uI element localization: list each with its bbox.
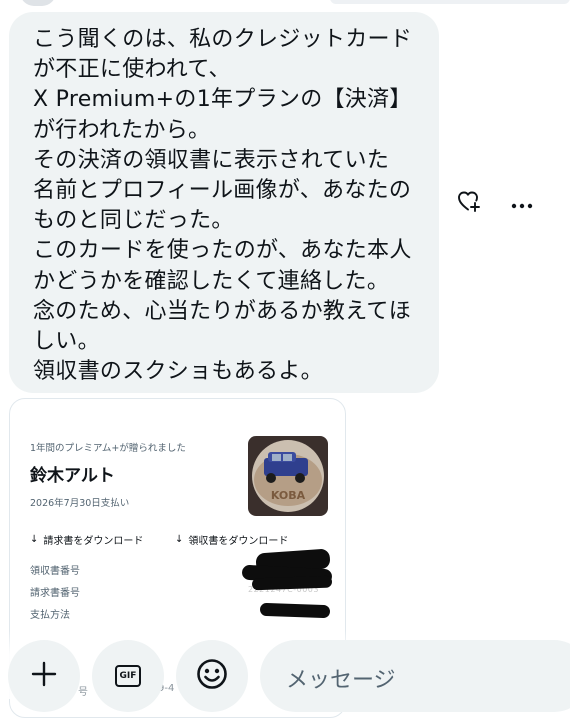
message-bubble: こう聞くのは、私のクレジットカード が不正に使われて、 X Premium+の1… <box>9 12 439 393</box>
receipt-recipient-name: 鈴木アルト <box>30 466 115 486</box>
receipt-number-label: 領収書番号 <box>30 566 80 577</box>
payment-method-label: 支払方法 <box>30 610 70 621</box>
download-icon: ↓ <box>30 534 39 545</box>
more-button[interactable] <box>508 190 536 216</box>
heart-plus-icon <box>457 190 481 216</box>
gif-icon: GIF <box>115 665 141 687</box>
message-input-placeholder: メッセージ <box>286 668 396 693</box>
plus-icon <box>31 661 57 691</box>
redaction-mark <box>251 575 333 591</box>
partial-footer-label: 号 <box>78 687 88 698</box>
message-input[interactable]: メッセージ <box>260 640 570 712</box>
download-icon: ↓ <box>175 534 184 545</box>
previous-message-edge <box>330 0 570 4</box>
receipt-subtitle: 1年間のプレミアム+が贈られました <box>30 443 186 454</box>
emoji-icon <box>195 657 229 695</box>
download-receipt-link[interactable]: ↓ 領収書をダウンロード <box>175 532 288 547</box>
gif-button[interactable]: GIF <box>92 640 164 712</box>
gif-label: GIF <box>119 671 137 681</box>
avatar <box>20 0 56 6</box>
download-invoice-link[interactable]: ↓ 請求書をダウンロード <box>30 532 143 547</box>
invoice-number-label: 請求書番号 <box>30 588 80 599</box>
redaction-mark <box>259 602 331 619</box>
profile-image-text: KOBA <box>271 489 306 502</box>
profile-image: KOBA <box>248 436 328 516</box>
add-media-button[interactable] <box>8 640 80 712</box>
message-text: こう聞くのは、私のクレジットカード が不正に使われて、 X Premium+の1… <box>33 27 413 385</box>
emoji-button[interactable] <box>176 640 248 712</box>
download-receipt-label: 領収書をダウンロード <box>188 536 289 547</box>
download-invoice-label: 請求書をダウンロード <box>43 536 144 547</box>
more-horizontal-icon <box>511 194 533 213</box>
react-button[interactable] <box>456 190 482 216</box>
receipt-payment-date: 2026年7月30日支払い <box>30 498 130 509</box>
